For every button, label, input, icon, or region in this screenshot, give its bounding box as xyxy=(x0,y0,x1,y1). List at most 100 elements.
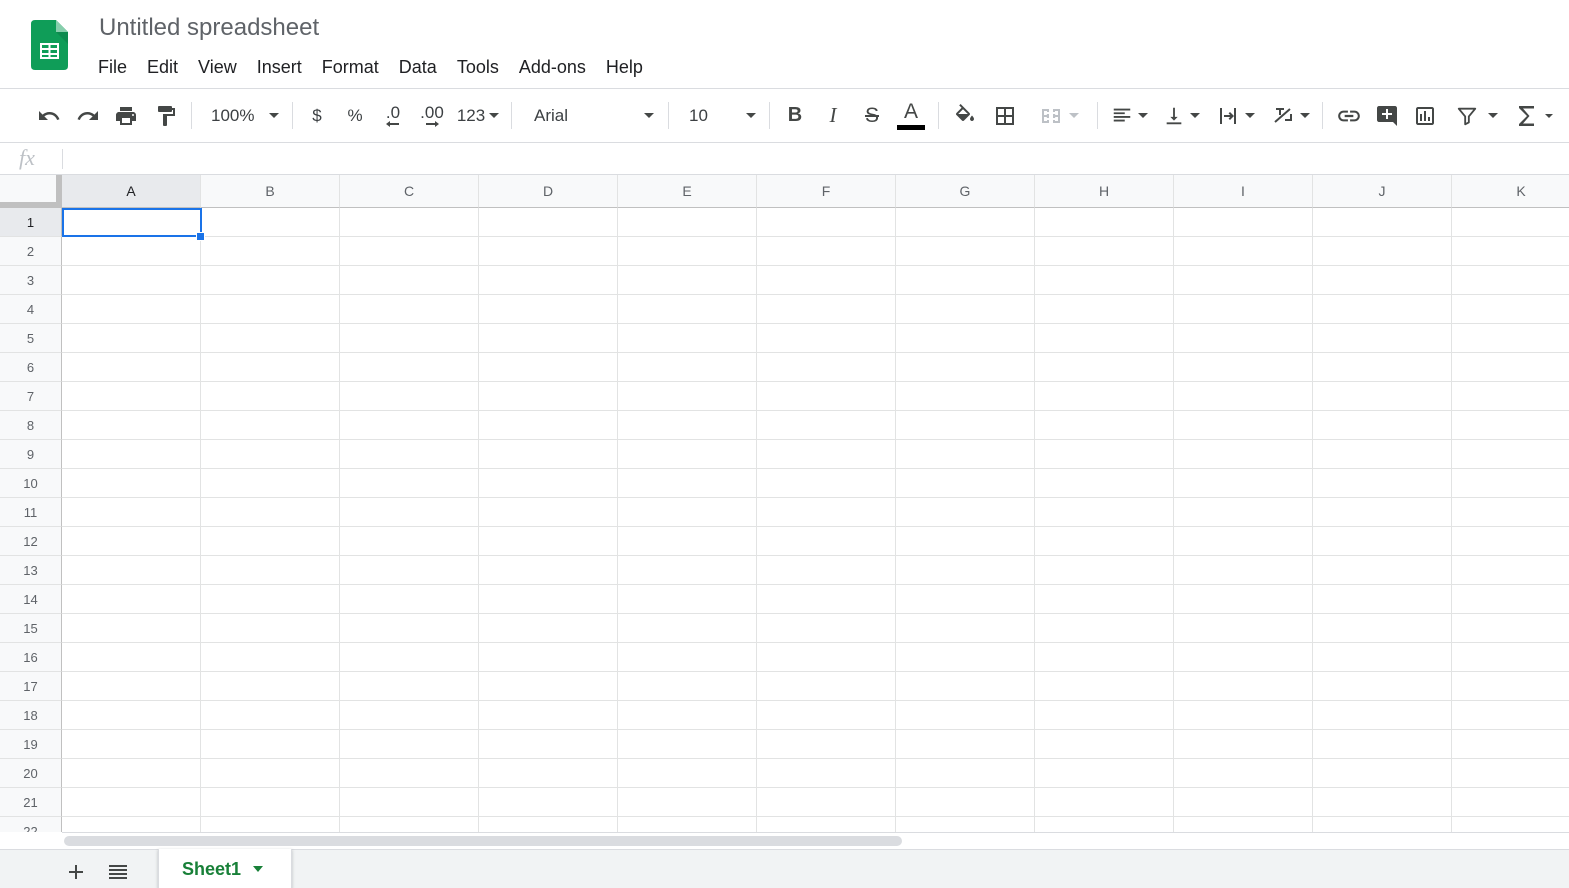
row-header[interactable]: 1 xyxy=(0,208,62,237)
filter-button[interactable] xyxy=(1449,89,1505,142)
decrease-decimal-label: .0 xyxy=(385,103,401,122)
column-header-b[interactable]: B xyxy=(201,175,340,208)
font-size-select[interactable]: 10 xyxy=(680,89,760,142)
column-header-h[interactable]: H xyxy=(1035,175,1174,208)
formula-bar: fx xyxy=(0,143,1569,175)
row-header[interactable]: 20 xyxy=(0,759,62,788)
menu-add-ons[interactable]: Add-ons xyxy=(509,53,596,81)
app-logo[interactable] xyxy=(31,20,68,70)
document-title[interactable]: Untitled spreadsheet xyxy=(99,14,319,42)
format-as-currency-button[interactable]: $ xyxy=(303,89,331,142)
column-header-d[interactable]: D xyxy=(479,175,618,208)
paint-format-button[interactable] xyxy=(149,89,183,142)
chevron-down-icon xyxy=(1488,113,1498,118)
column-header-f[interactable]: F xyxy=(757,175,896,208)
row-header[interactable]: 17 xyxy=(0,672,62,701)
row-header[interactable]: 7 xyxy=(0,382,62,411)
bold-button[interactable]: B xyxy=(780,89,810,142)
borders-button[interactable] xyxy=(989,89,1021,142)
column-header-a[interactable]: A xyxy=(62,175,201,208)
sheet-tab-sheet1[interactable]: Sheet1 xyxy=(158,849,292,888)
menu-format[interactable]: Format xyxy=(312,53,389,81)
functions-button[interactable] xyxy=(1512,89,1558,142)
all-sheets-button[interactable] xyxy=(106,860,130,884)
menu-file[interactable]: File xyxy=(88,53,137,81)
fill-handle[interactable] xyxy=(196,232,205,241)
row-header[interactable]: 11 xyxy=(0,498,62,527)
horizontal-align-button[interactable] xyxy=(1106,89,1152,142)
strikethrough-button[interactable]: S xyxy=(857,89,887,142)
decrease-decimal-button[interactable]: .0 xyxy=(377,89,409,142)
spreadsheet-grid: A B C D E F G H I J K 1 2 3 4 5 6 7 8 9 … xyxy=(0,175,1569,832)
column-header-k[interactable]: K xyxy=(1452,175,1569,208)
menu-insert[interactable]: Insert xyxy=(247,53,312,81)
row-header[interactable]: 21 xyxy=(0,788,62,817)
currency-label: $ xyxy=(312,105,322,125)
format-as-percent-button[interactable]: % xyxy=(341,89,369,142)
chevron-down-icon xyxy=(746,113,756,118)
insert-link-button[interactable] xyxy=(1332,89,1366,142)
percent-label: % xyxy=(347,105,363,125)
row-header[interactable]: 16 xyxy=(0,643,62,672)
selected-cell-a1[interactable] xyxy=(62,208,202,237)
row-header[interactable]: 3 xyxy=(0,266,62,295)
row-header[interactable]: 18 xyxy=(0,701,62,730)
row-header[interactable]: 6 xyxy=(0,353,62,382)
chevron-down-icon xyxy=(644,113,654,118)
text-wrapping-button[interactable] xyxy=(1211,89,1259,142)
redo-button[interactable] xyxy=(71,89,105,142)
vertical-align-icon xyxy=(1166,107,1181,124)
chevron-down-icon[interactable] xyxy=(253,866,264,872)
zoom-select[interactable]: 100% xyxy=(203,89,285,142)
add-sheet-button[interactable] xyxy=(64,860,88,884)
undo-button[interactable] xyxy=(32,89,66,142)
menu-tools[interactable]: Tools xyxy=(447,53,509,81)
column-header-c[interactable]: C xyxy=(340,175,479,208)
row-freeze-handle[interactable] xyxy=(0,202,62,207)
row-header[interactable]: 14 xyxy=(0,585,62,614)
row-header[interactable]: 13 xyxy=(0,556,62,585)
insert-comment-button[interactable] xyxy=(1371,89,1403,142)
fill-color-button[interactable] xyxy=(949,89,981,142)
menu-bar: File Edit View Insert Format Data Tools … xyxy=(88,53,653,81)
formula-input[interactable] xyxy=(70,147,1550,171)
select-all-corner[interactable] xyxy=(0,175,62,208)
row-header[interactable]: 2 xyxy=(0,237,62,266)
column-header-g[interactable]: G xyxy=(896,175,1035,208)
menu-help[interactable]: Help xyxy=(596,53,653,81)
row-header[interactable]: 12 xyxy=(0,527,62,556)
row-header[interactable]: 5 xyxy=(0,324,62,353)
chevron-down-icon xyxy=(1137,113,1148,118)
row-header[interactable]: 19 xyxy=(0,730,62,759)
column-header-e[interactable]: E xyxy=(618,175,757,208)
chevron-down-icon xyxy=(1299,113,1310,118)
horizontal-scrollbar-thumb[interactable] xyxy=(64,836,902,846)
menu-view[interactable]: View xyxy=(188,53,247,81)
increase-decimal-button[interactable]: .00 xyxy=(414,89,450,142)
menu-data[interactable]: Data xyxy=(389,53,447,81)
redo-icon xyxy=(77,110,98,120)
column-header-i[interactable]: I xyxy=(1174,175,1313,208)
text-color-button[interactable]: A xyxy=(895,89,927,142)
insert-chart-button[interactable] xyxy=(1409,89,1441,142)
merge-cells-button[interactable] xyxy=(1030,89,1088,142)
bold-label: B xyxy=(787,104,803,126)
chevron-down-icon xyxy=(1189,113,1200,118)
menu-edit[interactable]: Edit xyxy=(137,53,188,81)
row-header[interactable]: 10 xyxy=(0,469,62,498)
vertical-align-button[interactable] xyxy=(1158,89,1204,142)
italic-button[interactable]: I xyxy=(818,89,848,142)
row-header[interactable]: 22 xyxy=(0,817,62,832)
font-family-select[interactable]: Arial xyxy=(526,89,658,142)
text-rotation-button[interactable] xyxy=(1266,89,1314,142)
row-header[interactable]: 9 xyxy=(0,440,62,469)
row-header[interactable]: 4 xyxy=(0,295,62,324)
row-header[interactable]: 15 xyxy=(0,614,62,643)
column-header-j[interactable]: J xyxy=(1313,175,1452,208)
cell-area[interactable] xyxy=(62,208,1569,832)
more-formats-select[interactable]: 123 xyxy=(455,89,501,142)
row-header[interactable]: 8 xyxy=(0,411,62,440)
toolbar-separator xyxy=(668,102,669,129)
zoom-value: 100% xyxy=(211,105,255,125)
print-button[interactable] xyxy=(109,89,143,142)
